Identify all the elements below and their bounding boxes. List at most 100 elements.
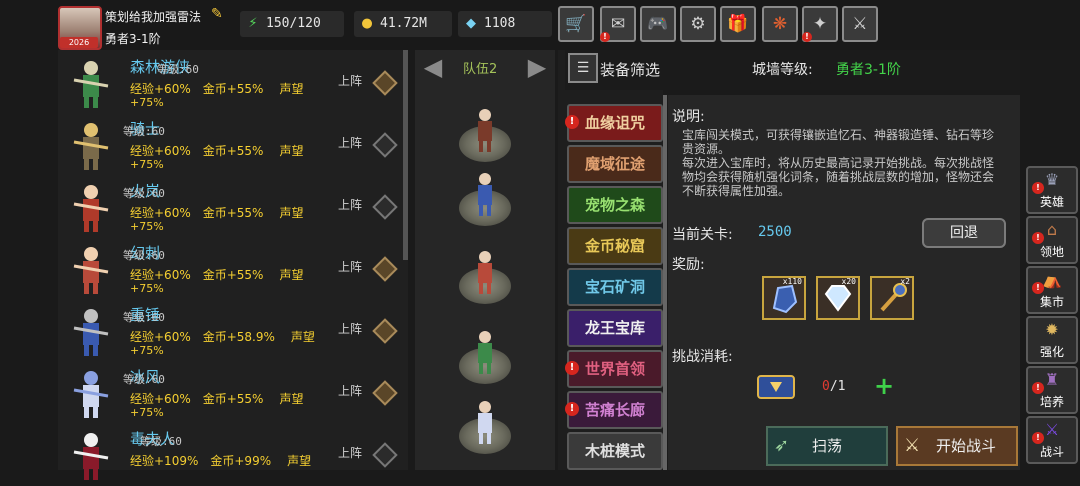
dungeon-tab[interactable]: 宠物之森 (567, 186, 663, 224)
sweep-button[interactable]: ➶ 扫荡 (766, 426, 888, 466)
deploy-toggle-icon[interactable] (372, 318, 398, 344)
side-menu-label: 领地 (1039, 245, 1064, 259)
reward-diamond[interactable]: x20 (816, 276, 860, 320)
player-stage: 勇者3-1阶 (105, 32, 161, 46)
dungeon-tab[interactable]: 金币秘窟 (567, 227, 663, 265)
side-menu-cultivate[interactable]: ♜! 培养 (1026, 366, 1078, 414)
dungeon-tab[interactable]: ! 世界首领 (565, 350, 663, 388)
hero-row[interactable]: 幻刺 等级:60 经验+60% 金币+55% 声望 +75% 上阵 (58, 238, 408, 300)
shop-cart-icon[interactable]: 🛒 (558, 6, 594, 42)
dungeon-tab[interactable]: ! 苦痛长廊 (565, 391, 663, 429)
hero-gold-bonus: 金币+58.9% (202, 330, 275, 344)
hero-gold-bonus: 金币+55% (202, 392, 264, 406)
hero-exp-bonus: 经验+60% (130, 330, 191, 344)
reward-count: x2 (900, 277, 910, 286)
swords-icon[interactable]: ⚔ (842, 6, 878, 42)
hero-sprite-icon (73, 185, 109, 232)
hero-stats: 经验+60% 金币+55% 声望 (130, 80, 303, 97)
deploy-toggle-icon[interactable] (372, 256, 398, 282)
deploy-toggle-icon[interactable] (372, 380, 398, 406)
gamepad-icon[interactable]: 🎮 (640, 6, 676, 42)
energy-icon: ⚡ (248, 16, 258, 31)
gem-resource[interactable]: ◆ 1108 (458, 11, 552, 37)
side-menu-territory[interactable]: ⌂! 领地 (1026, 216, 1078, 264)
energy-resource[interactable]: ⚡ 150/120 (240, 11, 344, 37)
dungeon-tab-label: 宠物之森 (584, 196, 645, 214)
gold-resource[interactable]: ● 41.72M (354, 11, 452, 37)
team-next-arrow-icon[interactable]: ▶ (522, 52, 552, 82)
reward-blue-stone[interactable]: x110 (762, 276, 806, 320)
player-name: 策划给我加强雷法 (105, 10, 202, 24)
hero-sprite-icon (73, 123, 109, 170)
team-unit-sprite-icon (478, 173, 492, 216)
deploy-button[interactable]: 上阵 (338, 72, 362, 89)
deploy-button[interactable]: 上阵 (338, 382, 362, 399)
hero-level: 等级:60 (123, 249, 165, 262)
hero-level: 等级:60 (123, 373, 165, 386)
news-icon[interactable]: ✦! (802, 6, 838, 42)
rollback-button[interactable]: 回退 (922, 218, 1006, 248)
hero-row[interactable]: 冰风 等级:60 经验+60% 金币+55% 声望 +75% 上阵 (58, 362, 408, 424)
hero-fame-label: 声望 (290, 330, 315, 344)
dungeon-tab[interactable]: 魔域征途 (567, 145, 663, 183)
dungeon-tab-label: 宝石矿洞 (584, 278, 645, 296)
deploy-toggle-icon[interactable] (372, 194, 398, 220)
dungeon-tab-label: 世界首领 (584, 360, 645, 378)
deploy-toggle-icon[interactable] (372, 70, 398, 96)
description-title: 说明: (672, 109, 705, 125)
add-ticket-icon[interactable]: + (874, 372, 894, 400)
reward-forge-hammer[interactable]: x2 (870, 276, 914, 320)
edit-name-icon[interactable]: ✎ (211, 6, 227, 22)
dungeon-tab-label: 血缘诅咒 (584, 114, 645, 132)
challenge-cost-value: 0/1 (822, 379, 845, 394)
hero-stats: 经验+60% 金币+55% 声望 (130, 204, 303, 221)
filter-menu-icon[interactable]: ☰ (568, 53, 598, 83)
current-stage-value: 2500 (758, 224, 792, 240)
sweep-icon: ➶ (774, 435, 790, 456)
deploy-button[interactable]: 上阵 (338, 196, 362, 213)
deploy-button[interactable]: 上阵 (338, 258, 362, 275)
cost-have: 0 (822, 379, 830, 394)
hero-fame-label: 声望 (279, 144, 304, 158)
hero-row[interactable]: 重锤 等级:60 经验+60% 金币+58.9% 声望 +75% 上阵 (58, 300, 408, 362)
side-menu-hero[interactable]: ♛! 英雄 (1026, 166, 1078, 214)
dungeon-tab-scrollbar[interactable] (663, 95, 667, 470)
hero-row[interactable]: 骑士 等级:60 经验+60% 金币+55% 声望 +75% 上阵 (58, 114, 408, 176)
hero-level: 等级:60 (157, 63, 199, 76)
dungeon-tab[interactable]: 宝石矿洞 (567, 268, 663, 306)
settings-gear-icon[interactable]: ⚙ (680, 6, 716, 42)
hero-level: 等级:60 (140, 435, 182, 448)
hero-stats: 经验+60% 金币+55% 声望 (130, 390, 303, 407)
hero-level: 等级:60 (123, 125, 165, 138)
hero-stats: 经验+60% 金币+58.9% 声望 (130, 328, 315, 345)
hero-level: 等级:60 (123, 187, 165, 200)
deploy-button[interactable]: 上阵 (338, 444, 362, 461)
avatar-year-badge: 2026 (60, 37, 98, 48)
enhance-icon: ✹ (1045, 320, 1059, 339)
side-menu-label: 强化 (1039, 345, 1064, 359)
hero-row[interactable]: 森林游侠 等级:60 经验+60% 金币+55% 声望 +75% 上阵 (58, 52, 408, 114)
no-ads-icon[interactable]: ✉! (600, 6, 636, 42)
equipment-filter-label[interactable]: 装备筛选 (600, 59, 660, 80)
start-battle-button[interactable]: ⚔ 开始战斗 (896, 426, 1018, 466)
deploy-toggle-icon[interactable] (372, 132, 398, 158)
dungeon-tab[interactable]: 木桩模式 (567, 432, 663, 470)
side-menu-battle[interactable]: ⚔! 战斗 (1026, 416, 1078, 464)
challenge-cost-label: 挑战消耗: (672, 349, 733, 365)
gold-coin-icon: ● (361, 16, 373, 31)
hero-row[interactable]: 毒夫人 等级:60 经验+109% 金币+99% 声望 上阵 (58, 424, 408, 486)
deploy-button[interactable]: 上阵 (338, 134, 362, 151)
dungeon-tab[interactable]: 龙王宝库 (567, 309, 663, 347)
team-prev-arrow-icon[interactable]: ◀ (418, 52, 448, 82)
hero-stats: 经验+60% 金币+55% 声望 (130, 266, 303, 283)
deploy-toggle-icon[interactable] (372, 442, 398, 468)
dungeon-tab[interactable]: ! 血缘诅咒 (565, 104, 663, 142)
deploy-button[interactable]: 上阵 (338, 320, 362, 337)
gift-icon[interactable]: 🎁 (720, 6, 756, 42)
hero-fame-label: 声望 (279, 206, 304, 220)
side-menu-enhance[interactable]: ✹ 强化 (1026, 316, 1078, 364)
hero-fame-bonus: +75% (130, 220, 164, 233)
hero-row[interactable]: 火岚 等级:60 经验+60% 金币+55% 声望 +75% 上阵 (58, 176, 408, 238)
color-wheel-icon[interactable]: ❋ (762, 6, 798, 42)
side-menu-market[interactable]: ⛺! 集市 (1026, 266, 1078, 314)
